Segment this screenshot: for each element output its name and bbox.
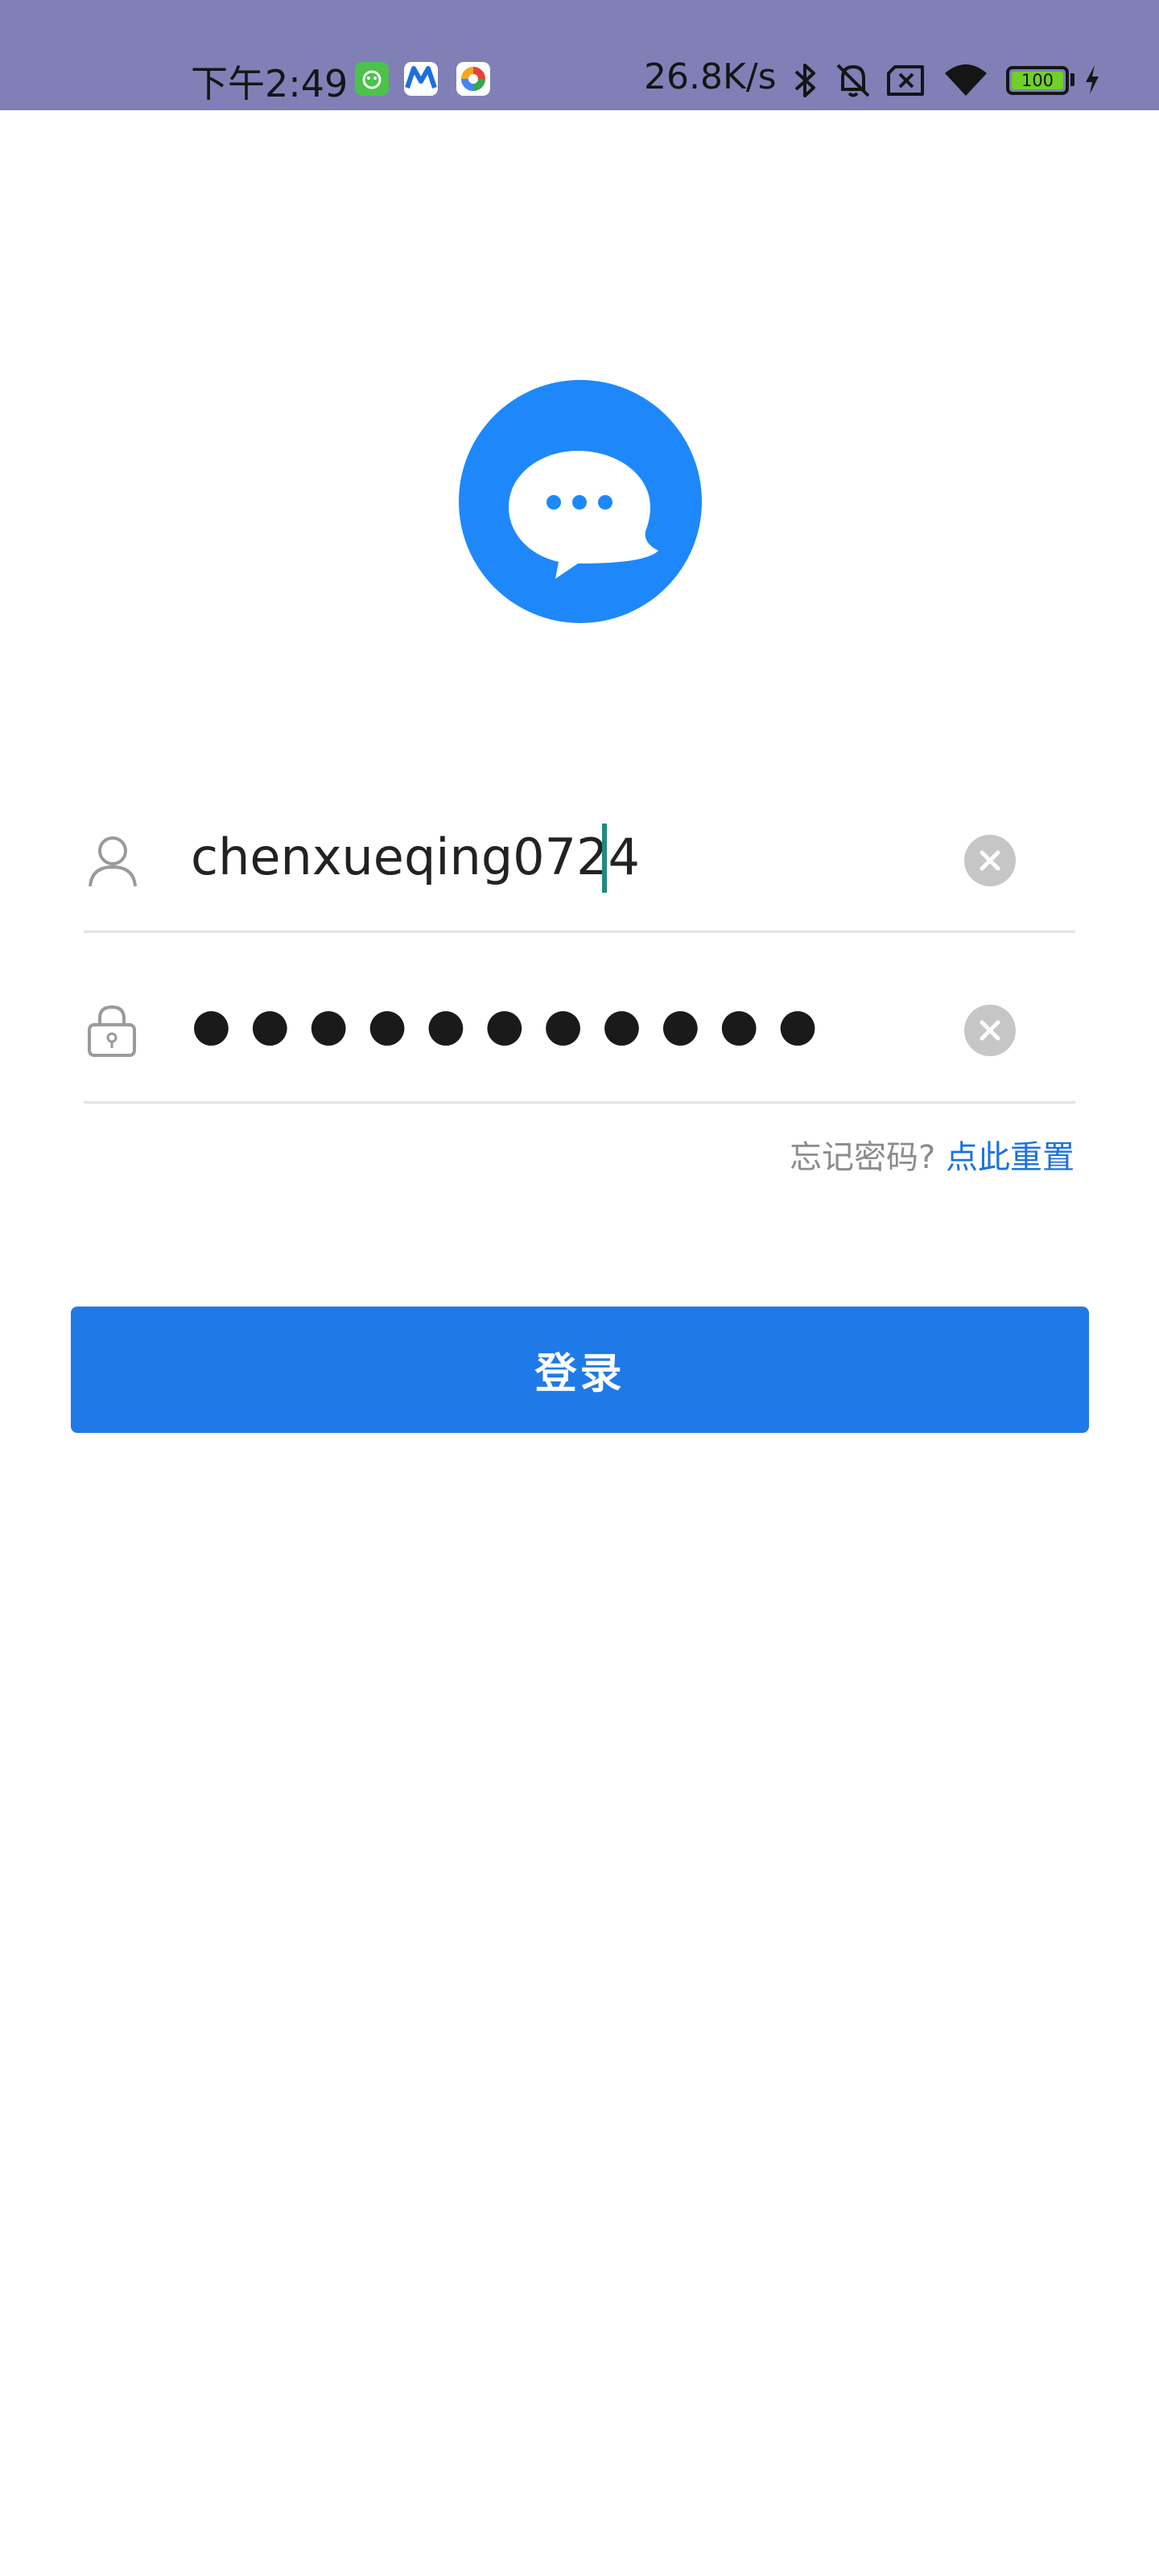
mute-bell-icon [836, 64, 870, 97]
close-icon [980, 850, 1000, 871]
login-button[interactable]: 登录 [71, 1307, 1089, 1433]
app-color-icon [456, 62, 490, 96]
close-icon [980, 1020, 1000, 1041]
charging-icon [1086, 65, 1099, 94]
wifi-icon [945, 64, 987, 96]
password-input[interactable]: ●●●●●●●●●●● [192, 999, 837, 1051]
text-cursor [602, 824, 607, 893]
reset-password-link[interactable]: 点此重置 [946, 1139, 1074, 1176]
password-divider [84, 1101, 1075, 1104]
battery-tip [1070, 73, 1074, 86]
battery-icon: 100 [1006, 66, 1069, 95]
app-green-icon [355, 62, 389, 96]
net-speed: 26.8K/s [644, 56, 777, 97]
username-input[interactable]: chenxueqing0724 [191, 828, 640, 886]
forgot-password-row: 忘记密码? 点此重置 [790, 1131, 1074, 1178]
no-sim-icon [887, 65, 924, 96]
bluetooth-icon [794, 64, 815, 97]
clear-username-button[interactable] [964, 835, 1016, 886]
user-icon [89, 836, 137, 887]
username-divider [84, 931, 1075, 933]
clear-password-button[interactable] [964, 1005, 1016, 1056]
battery-level: 100 [1012, 72, 1063, 89]
status-time: 下午2:49 [191, 62, 349, 105]
app-logo [459, 380, 702, 623]
status-bar: 下午2:49 26.8K/s 100 [0, 0, 1159, 110]
lock-icon [88, 1005, 136, 1057]
forgot-password-text: 忘记密码? [790, 1139, 936, 1176]
chat-bubble-icon [509, 451, 658, 579]
app-m-icon [404, 62, 438, 96]
